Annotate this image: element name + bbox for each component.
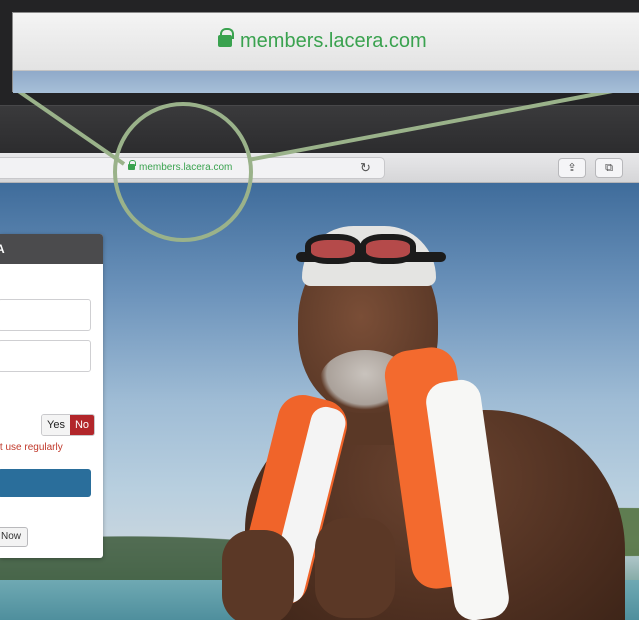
man-hand-left (222, 530, 294, 620)
register-now-button[interactable]: Now (0, 527, 29, 547)
screenshot-stage: members.lacera.com ↻ ⇪ ⧉ A Yes No 't use… (0, 0, 639, 620)
reload-icon[interactable]: ↻ (360, 160, 371, 176)
remember-toggle[interactable]: Yes No (41, 414, 96, 436)
magnifier-circle (113, 102, 253, 242)
tabs-icon[interactable]: ⧉ (595, 158, 623, 178)
login-panel: A Yes No 't use regularly Now (0, 234, 103, 558)
login-button[interactable] (0, 469, 91, 497)
password-field[interactable] (0, 340, 91, 372)
browser-toolbar: members.lacera.com ↻ ⇪ ⧉ (0, 153, 639, 183)
share-icon[interactable]: ⇪ (558, 158, 586, 178)
goggle-left (305, 234, 361, 264)
lock-icon (218, 28, 234, 47)
panel-header: A (0, 234, 103, 264)
zoomed-url-display: members.lacera.com (218, 28, 427, 53)
zoomed-page-sky (13, 71, 639, 93)
toggle-yes[interactable]: Yes (42, 415, 70, 435)
browser-titlebar (0, 105, 639, 153)
zoomed-url-text: members.lacera.com (240, 30, 427, 52)
zoomed-toolbar: members.lacera.com (13, 13, 639, 71)
username-field[interactable] (0, 299, 91, 331)
device-warning-text: 't use regularly (0, 442, 63, 453)
goggle-right (360, 234, 416, 264)
zoomed-address-bar: members.lacera.com (12, 12, 639, 93)
toggle-no[interactable]: No (69, 415, 95, 435)
man-hand-right (315, 518, 395, 618)
